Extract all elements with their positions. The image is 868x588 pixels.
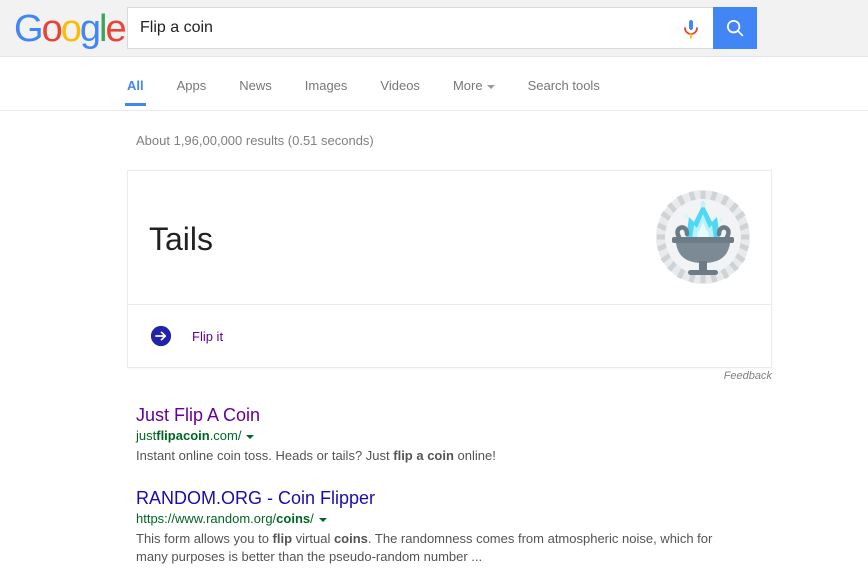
nav-tab-images-label: Images bbox=[304, 78, 348, 93]
result-url: https://www.random.org/coins/ bbox=[136, 510, 776, 528]
snippet-part-bold: flip a coin bbox=[393, 448, 454, 463]
result-url-bold: flipacoin bbox=[156, 428, 210, 443]
snippet-part: online! bbox=[453, 448, 496, 463]
page-header: Google bbox=[0, 0, 868, 57]
result-snippet: Instant online coin toss. Heads or tails… bbox=[136, 447, 726, 465]
nav-tab-news-label: News bbox=[239, 78, 272, 93]
nav-tab-news[interactable]: News bbox=[239, 78, 272, 106]
logo-letter-g1: G bbox=[14, 8, 44, 50]
result-url: justflipacoin.com/ bbox=[136, 427, 776, 445]
result-url-suffix: .com/ bbox=[209, 428, 242, 443]
feedback-link[interactable]: Feedback bbox=[127, 370, 772, 382]
flip-it-link[interactable]: Flip it bbox=[192, 329, 223, 344]
snippet-part: Instant online coin toss. Heads or tails… bbox=[136, 448, 394, 463]
result-url-prefix: https://www.random.org/ bbox=[136, 511, 277, 526]
result-url-suffix: / bbox=[310, 511, 314, 526]
answer-card-body: Tails bbox=[128, 171, 771, 305]
search-box bbox=[127, 7, 714, 49]
nav-tab-all-label: All bbox=[127, 78, 144, 93]
search-nav-bar: All Apps News Images Videos More Search … bbox=[0, 58, 868, 111]
result-title-link[interactable]: RANDOM.ORG - Coin Flipper bbox=[136, 487, 375, 509]
nav-tab-images[interactable]: Images bbox=[305, 78, 348, 106]
chevron-down-icon bbox=[486, 84, 495, 89]
search-results-list: Just Flip A Coin justflipacoin.com/ Inst… bbox=[136, 404, 776, 588]
result-title-link[interactable]: Just Flip A Coin bbox=[136, 404, 260, 426]
result-url-prefix: just bbox=[136, 428, 157, 443]
nav-tab-videos-label: Videos bbox=[380, 78, 420, 93]
search-result-item: Just Flip A Coin justflipacoin.com/ Inst… bbox=[136, 404, 776, 465]
logo-letter-o1: o bbox=[41, 8, 63, 50]
snippet-part: This form allows you to bbox=[136, 531, 273, 546]
search-submit-button[interactable] bbox=[713, 7, 757, 49]
nav-tab-more[interactable]: More bbox=[453, 78, 495, 106]
result-url-dropdown-icon[interactable] bbox=[318, 517, 327, 522]
snippet-part: virtual bbox=[292, 531, 334, 546]
nav-tab-videos[interactable]: Videos bbox=[380, 78, 420, 106]
microphone-icon[interactable] bbox=[679, 17, 703, 41]
arrow-circle-right-icon[interactable] bbox=[150, 325, 172, 347]
result-url-dropdown-icon[interactable] bbox=[246, 434, 255, 439]
search-input[interactable] bbox=[128, 8, 668, 48]
coin-flip-result: Tails bbox=[149, 221, 214, 257]
coin-flip-answer-card: Tails Flip it bbox=[127, 170, 772, 368]
nav-tab-all[interactable]: All bbox=[125, 78, 146, 106]
nav-tab-search-tools[interactable]: Search tools bbox=[528, 78, 600, 106]
nav-tab-apps-label: Apps bbox=[176, 78, 207, 93]
logo-letter-e: e bbox=[105, 8, 126, 50]
snippet-part-bold: flip bbox=[272, 531, 293, 546]
result-snippet: This form allows you to flip virtual coi… bbox=[136, 530, 726, 566]
result-stats: About 1,96,00,000 results (0.51 seconds) bbox=[136, 133, 374, 148]
search-icon bbox=[726, 19, 744, 37]
search-result-item: RANDOM.ORG - Coin Flipper https://www.ra… bbox=[136, 487, 776, 566]
nav-tab-more-label: More bbox=[452, 78, 483, 93]
logo-letter-o2: o bbox=[60, 8, 82, 50]
nav-tab-search-tools-label: Search tools bbox=[527, 78, 600, 93]
nav-tab-apps[interactable]: Apps bbox=[177, 78, 207, 106]
result-url-bold: coins bbox=[276, 511, 311, 526]
coin-tails-icon bbox=[653, 187, 753, 287]
snippet-part-bold: coins bbox=[333, 531, 368, 546]
flip-it-row[interactable]: Flip it bbox=[128, 305, 771, 367]
nav-items: All Apps News Images Videos More Search … bbox=[125, 78, 633, 106]
google-logo[interactable]: Google bbox=[14, 8, 127, 50]
logo-letter-g2: g bbox=[79, 8, 101, 50]
